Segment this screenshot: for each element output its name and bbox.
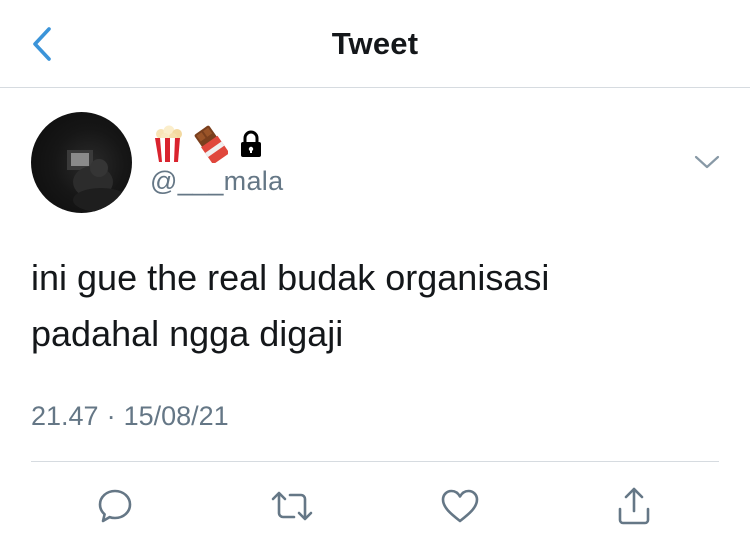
more-options-button[interactable] <box>692 150 722 174</box>
user-handle[interactable]: @___mala <box>150 166 283 197</box>
page-title: Tweet <box>331 26 419 61</box>
like-button[interactable] <box>438 484 482 528</box>
popcorn-emoji <box>155 125 183 162</box>
divider <box>31 461 719 462</box>
tweet-detail-screen: Tweet @___mala ini gue the real budak or… <box>0 0 750 547</box>
reply-button[interactable] <box>93 484 137 528</box>
tweet-text-line: padahal ngga digaji <box>31 313 344 354</box>
tweet-date: 15/08/21 <box>123 401 229 431</box>
heart-icon <box>441 489 479 523</box>
reply-icon <box>98 489 132 523</box>
lock-icon <box>241 130 261 157</box>
display-name <box>152 124 264 164</box>
nav-header: Tweet <box>0 0 750 88</box>
avatar-photo <box>67 150 129 212</box>
tweet-text-line: ini gue the real budak organisasi <box>31 257 550 298</box>
retweet-button[interactable] <box>267 484 317 528</box>
chevron-down-icon <box>694 155 720 169</box>
tweet-timestamp: 21.47 · 15/08/21 <box>31 401 229 432</box>
timestamp-separator: · <box>106 401 116 431</box>
tweet-time: 21.47 <box>31 401 99 431</box>
retweet-icon <box>271 491 313 521</box>
share-button[interactable] <box>612 484 656 528</box>
chocolate-bar-emoji <box>194 125 228 163</box>
share-icon <box>618 487 650 525</box>
avatar[interactable] <box>31 112 132 213</box>
tweet-text: ini gue the real budak organisasi padaha… <box>31 250 711 362</box>
